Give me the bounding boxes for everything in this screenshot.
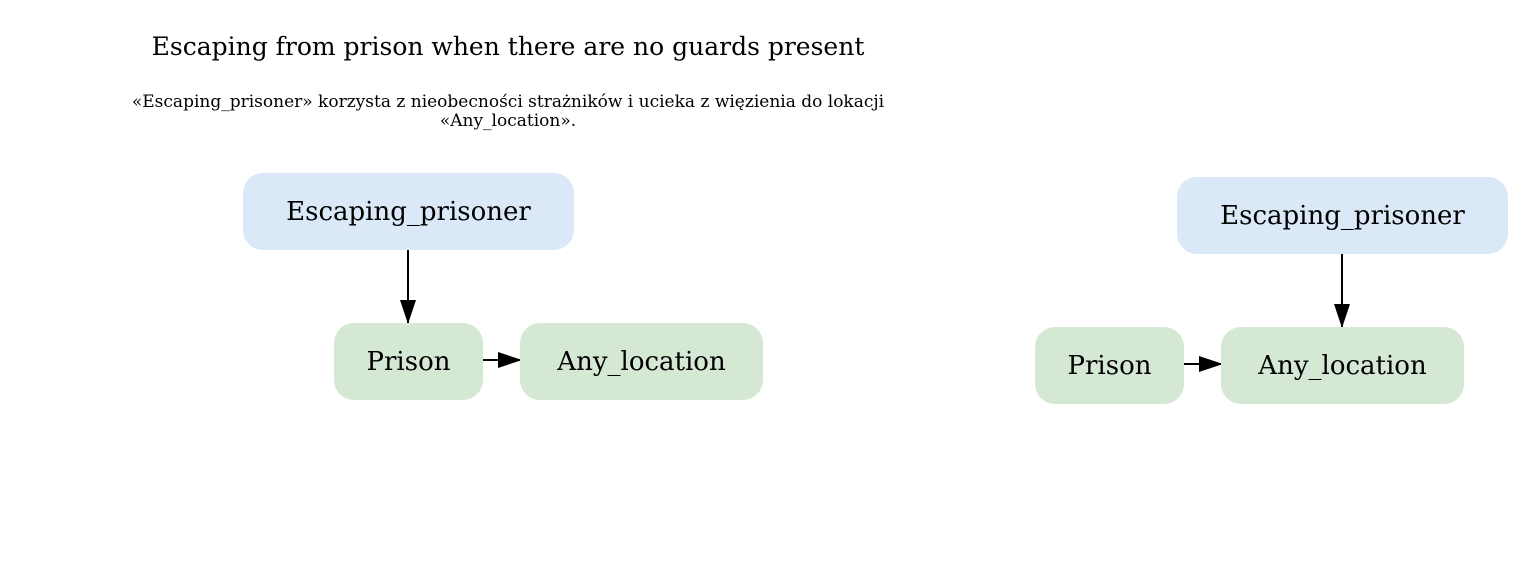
node-prison-left: Prison xyxy=(334,323,483,400)
node-any-location-right: Any_location xyxy=(1221,327,1464,404)
node-escaping-prisoner-right: Escaping_prisoner xyxy=(1177,177,1508,254)
node-prison-right: Prison xyxy=(1035,327,1184,404)
arrowhead-agent-to-prison-1 xyxy=(400,300,416,324)
node-escaping-prisoner-left: Escaping_prisoner xyxy=(243,173,574,250)
node-any-location-left: Any_location xyxy=(520,323,763,400)
arrowhead-prison-to-location-1 xyxy=(498,352,522,368)
diagram-edges xyxy=(400,250,1350,372)
arrowhead-prison-to-location-2 xyxy=(1199,356,1223,372)
arrowhead-agent-to-location-2 xyxy=(1334,304,1350,328)
